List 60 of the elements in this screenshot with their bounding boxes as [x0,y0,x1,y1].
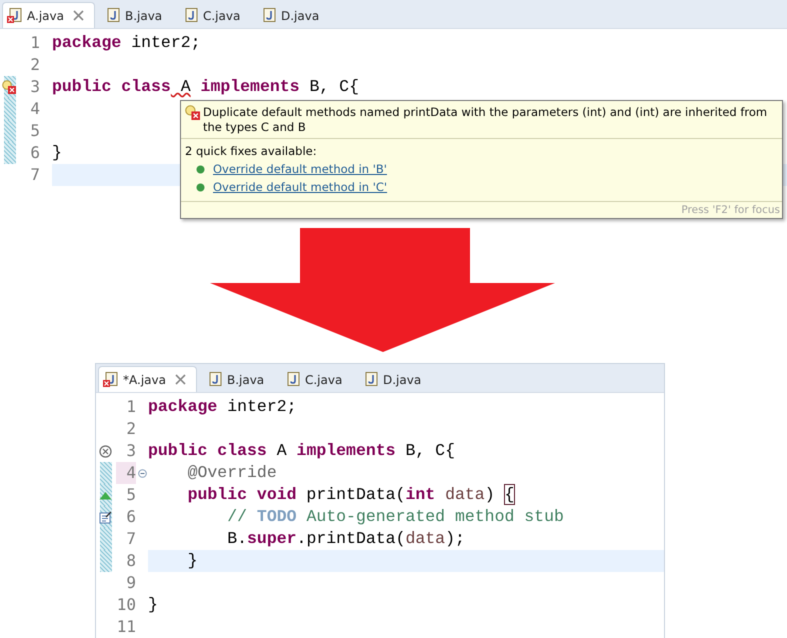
close-icon[interactable] [174,374,186,385]
editor-tab[interactable]: B.java [202,367,275,392]
code-line: package inter2; [148,397,297,416]
editor-tab[interactable]: C.java [280,367,353,392]
line-number: 6 [125,506,136,528]
task-icon[interactable] [98,510,112,524]
java-file-icon [260,8,276,23]
close-icon[interactable] [72,10,84,21]
java-file-icon [182,8,198,23]
code-line: // TODO Auto-generated method stub [226,507,564,526]
java-file-icon [206,372,222,387]
line-number: 2 [125,418,136,440]
override-triangle-icon[interactable] [98,490,112,500]
error-message: Duplicate default methods named printData with the parameters (int) and (int) are inherited from the types C and B [203,105,768,135]
editor-tab[interactable]: A.java [2,2,95,28]
quick-fix-link[interactable]: Override default method in 'C' [213,178,388,196]
bullet-icon [196,182,205,192]
line-number: 4 [116,462,136,484]
editor-tab[interactable]: D.java [256,3,330,28]
error-icon[interactable] [98,444,112,458]
java-file-icon [284,372,300,387]
editor-tab[interactable]: *A.java [98,366,197,392]
bulb-error-icon [185,105,200,120]
line-number: 4 [29,98,40,120]
java-file-icon [104,8,120,23]
line-number: 9 [125,572,136,594]
line-number: 5 [125,484,136,506]
java-file-icon [7,8,22,23]
line-number: 2 [29,54,40,76]
focus-hint: Press 'F2' for focus [681,204,780,216]
editor-tab[interactable]: B.java [100,3,173,28]
code-line: @Override [186,463,277,482]
code-line: } [148,595,158,614]
line-number: 6 [29,142,40,164]
code-line: package inter2; [52,33,201,52]
code-line: } [186,551,198,570]
java-file-icon [362,372,378,387]
quick-fix-link[interactable]: Override default method in 'B' [213,160,387,178]
editor-tab[interactable]: D.java [358,367,432,392]
line-number: 11 [116,616,136,638]
bulb-error-icon[interactable] [2,80,16,94]
line-number: 3 [29,76,40,98]
line-number: 8 [125,550,136,572]
code-line: B.super.printData(data); [226,529,465,548]
line-number: 3 [125,440,136,462]
line-number: 7 [29,164,40,186]
java-file-icon [103,372,118,387]
code-line: } [52,143,62,162]
collapse-icon[interactable] [138,468,146,478]
line-number: 5 [29,120,40,142]
editor-tab[interactable]: C.java [178,3,251,28]
code-line: public class A implements B, C{ [52,77,359,96]
line-number: 10 [116,594,136,616]
line-number: 7 [125,528,136,550]
quick-fix-heading: 2 quick fixes available: [185,143,318,160]
bullet-icon [196,164,205,174]
line-number: 1 [125,396,136,418]
code-line: public void printData(int data) { [186,485,514,504]
code-line: public class A implements B, C{ [148,441,455,460]
line-number: 1 [29,32,40,54]
